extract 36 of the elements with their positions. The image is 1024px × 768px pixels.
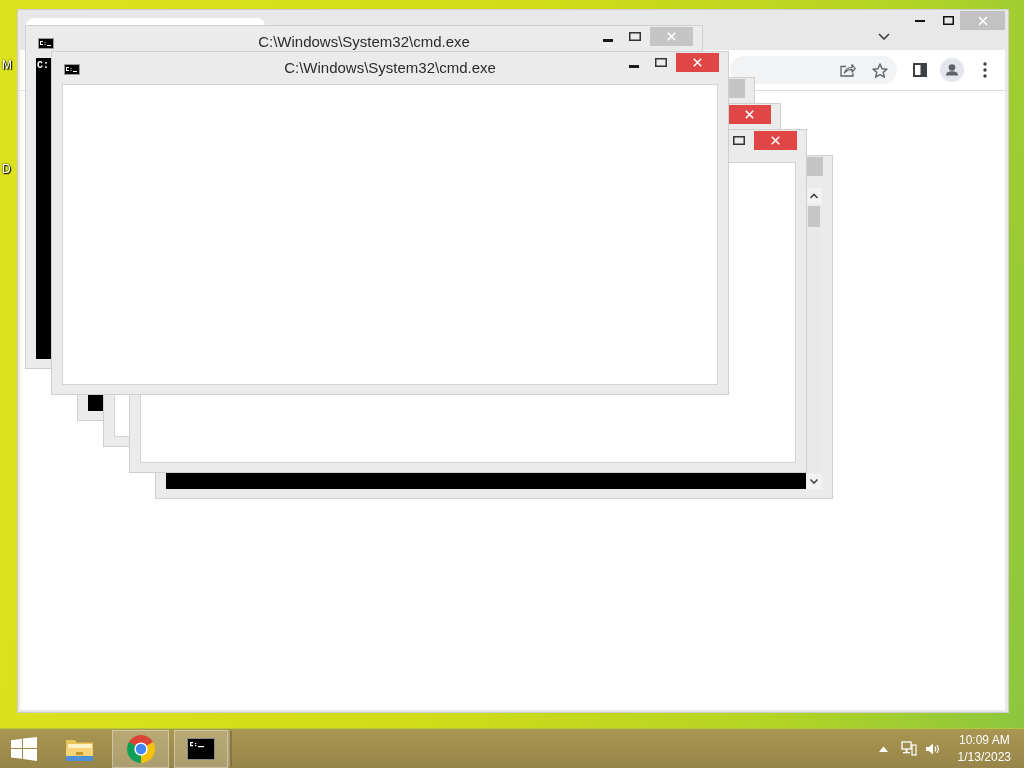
close-button[interactable] [676, 53, 719, 72]
profile-icon[interactable] [940, 58, 964, 82]
close-icon [771, 136, 780, 145]
terminal-icon[interactable] [38, 38, 54, 49]
window-title: C:\Windows\System32\cmd.exe [258, 32, 470, 52]
star-icon[interactable] [872, 62, 888, 78]
speaker-icon[interactable] [924, 741, 941, 756]
share-icon[interactable] [840, 63, 856, 77]
close-button[interactable] [728, 105, 771, 124]
close-button[interactable] [754, 131, 797, 150]
close-icon [667, 32, 676, 41]
side-panel-icon[interactable] [913, 63, 927, 77]
scroll-down-icon[interactable] [806, 473, 822, 489]
maximize-icon[interactable] [733, 136, 745, 145]
desktop-icon-label[interactable]: M [2, 58, 12, 72]
close-icon [693, 58, 702, 67]
console-prompt: C: [37, 60, 49, 72]
browser-icon [125, 733, 156, 764]
address-bar[interactable] [730, 56, 897, 84]
terminal-icon[interactable] [64, 64, 80, 75]
maximize-icon[interactable] [629, 32, 641, 41]
terminal-icon [187, 737, 215, 760]
caret-icon[interactable] [878, 33, 890, 40]
menu-icon[interactable] [983, 62, 987, 78]
close-icon [745, 110, 754, 119]
chevron-up-icon[interactable] [878, 745, 888, 752]
clock[interactable]: 10:09 AM 1/13/2023 [955, 731, 1013, 766]
maximize-icon[interactable] [655, 58, 667, 67]
scrollbar-thumb[interactable] [808, 206, 820, 227]
taskbar-button[interactable] [174, 729, 228, 768]
window-title: C:\Windows\System32\cmd.exe [284, 58, 496, 78]
start-icon[interactable] [11, 736, 37, 761]
desktop-icon-label[interactable]: D [2, 162, 11, 176]
network-icon[interactable] [900, 741, 917, 756]
maximize-icon[interactable] [943, 16, 954, 25]
close-icon [977, 15, 988, 26]
